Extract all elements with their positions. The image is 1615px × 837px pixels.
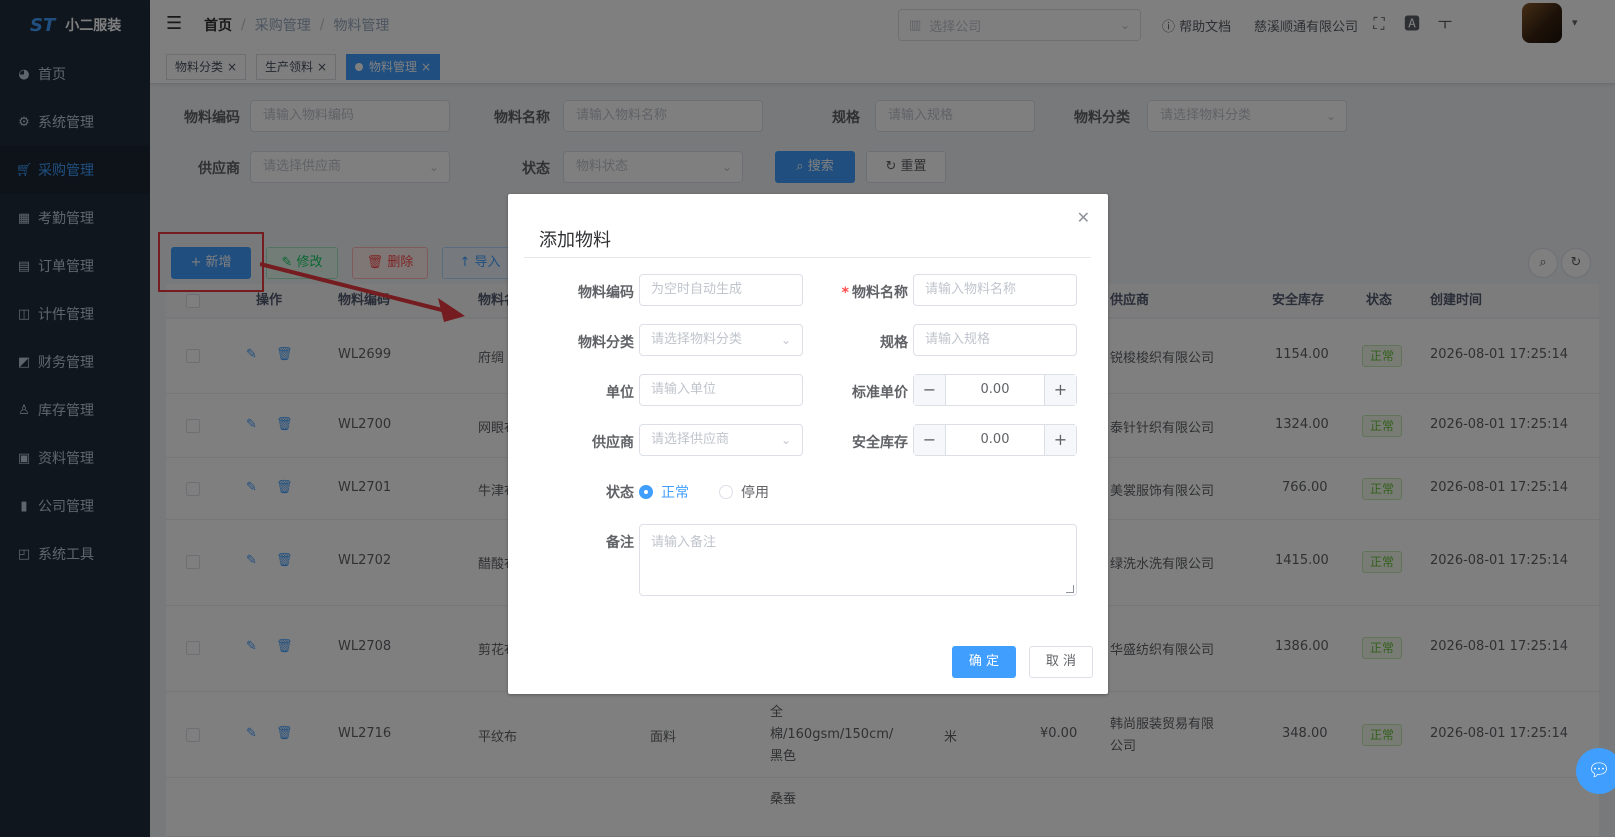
remark-textarea[interactable]: 请输入备注	[639, 524, 1077, 596]
remark-label: 备注	[606, 535, 634, 551]
price-value[interactable]: 0.00	[946, 375, 1044, 405]
supplier-select[interactable]: 请选择供应商 ⌄	[639, 424, 803, 456]
material-name-input[interactable]: 请输入物料名称	[913, 274, 1077, 306]
price-label: 标准单价	[852, 385, 908, 401]
stock-label: 安全库存	[852, 435, 908, 451]
price-stepper[interactable]: − 0.00 +	[913, 374, 1077, 406]
name-label: * 物料名称	[841, 285, 908, 301]
unit-label: 单位	[606, 385, 634, 401]
add-material-dialog: 添加物料 ✕ 物料编码 为空时自动生成 * 物料名称 请输入物料名称 物料分类 请…	[508, 194, 1108, 694]
radio-icon	[719, 485, 733, 499]
category-label: 物料分类	[578, 335, 634, 351]
resize-handle-icon[interactable]	[1066, 585, 1074, 593]
stock-stepper[interactable]: − 0.00 +	[913, 424, 1077, 456]
supplier-label: 供应商	[592, 435, 634, 451]
minus-icon[interactable]: −	[914, 425, 946, 455]
dialog-divider	[524, 257, 1091, 258]
required-mark: *	[841, 285, 849, 301]
plus-icon[interactable]: +	[1044, 375, 1076, 405]
chevron-down-icon: ⌄	[780, 433, 791, 447]
status-radio-disabled[interactable]: 停用	[719, 482, 769, 502]
stock-value[interactable]: 0.00	[946, 425, 1044, 455]
chat-icon[interactable]: 💬︎	[1576, 748, 1615, 794]
plus-icon[interactable]: +	[1044, 425, 1076, 455]
confirm-button[interactable]: 确 定	[952, 646, 1016, 678]
spec-input[interactable]: 请输入规格	[913, 324, 1077, 356]
cancel-button[interactable]: 取 消	[1029, 646, 1093, 678]
chevron-down-icon: ⌄	[780, 333, 791, 347]
code-label: 物料编码	[578, 285, 634, 301]
material-code-input[interactable]: 为空时自动生成	[639, 274, 803, 306]
dialog-title: 添加物料	[539, 230, 611, 251]
spec-label: 规格	[880, 335, 908, 351]
minus-icon[interactable]: −	[914, 375, 946, 405]
radio-icon	[639, 485, 653, 499]
category-select[interactable]: 请选择物料分类 ⌄	[639, 324, 803, 356]
close-icon[interactable]: ✕	[1077, 208, 1090, 227]
status-label: 状态	[606, 485, 634, 501]
unit-input[interactable]: 请输入单位	[639, 374, 803, 406]
status-radio-normal[interactable]: 正常	[639, 482, 689, 502]
